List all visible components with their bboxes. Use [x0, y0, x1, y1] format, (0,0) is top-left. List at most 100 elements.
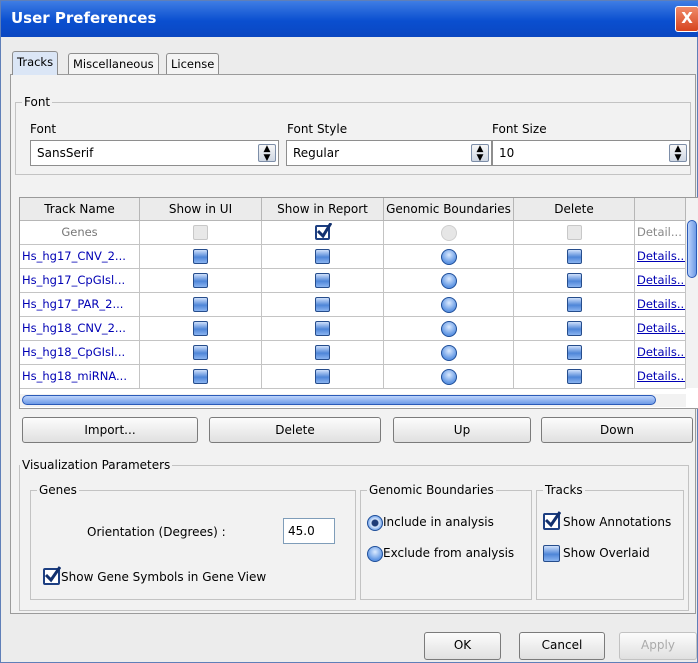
font-select[interactable]: SansSerif ▲ ▼	[30, 140, 279, 166]
column-header-show-in-ui[interactable]: Show in UI	[140, 198, 262, 221]
delete-checkbox[interactable]	[566, 345, 582, 360]
import-button[interactable]: Import...	[22, 417, 198, 443]
show-in-report-checkbox[interactable]	[315, 321, 330, 336]
show-annotations-label: Show Annotations	[563, 515, 672, 529]
up-button-label: Up	[453, 423, 471, 437]
up-button[interactable]: Up	[393, 417, 531, 443]
tab-tracks[interactable]: Tracks	[12, 51, 59, 75]
genomic-boundaries-cell	[384, 293, 514, 317]
horizontal-scroll-thumb[interactable]	[22, 395, 656, 405]
show-in-report-checkbox[interactable]	[315, 273, 330, 288]
genomic-boundaries-radio[interactable]	[441, 249, 457, 265]
show-in-ui-checkbox[interactable]	[193, 345, 208, 360]
visualization-parameters-group: Visualization Parameters Genes Orientati…	[19, 458, 689, 611]
title-bar[interactable]: User Preferences X	[1, 1, 698, 37]
delete-cell	[514, 317, 635, 341]
column-header-details[interactable]	[635, 198, 686, 221]
delete-cell	[514, 245, 635, 269]
delete-button[interactable]: Delete	[209, 417, 381, 443]
cancel-button[interactable]: Cancel	[519, 632, 605, 660]
delete-checkbox[interactable]	[566, 273, 582, 288]
table-row[interactable]: Genes Detail...	[20, 221, 686, 245]
table-row[interactable]: Hs_hg17_PAR_2... Details...	[20, 293, 686, 317]
delete-cell	[514, 365, 635, 389]
include-in-analysis-radio[interactable]	[367, 515, 383, 531]
table-horizontal-scrollbar[interactable]	[20, 394, 686, 407]
show-in-ui-cell	[140, 317, 262, 341]
table-vertical-scrollbar[interactable]	[686, 198, 698, 388]
apply-button[interactable]: Apply	[619, 632, 697, 660]
show-in-report-checkbox[interactable]	[315, 223, 332, 240]
table-row[interactable]: Hs_hg17_CNV_2... Details...	[20, 245, 686, 269]
show-in-report-cell	[262, 365, 384, 389]
delete-checkbox[interactable]	[566, 321, 582, 336]
table-row[interactable]: Hs_hg18_CpGIsl... Details...	[20, 341, 686, 365]
details-link: Detail...	[635, 221, 686, 245]
delete-checkbox[interactable]	[566, 369, 582, 384]
vertical-scroll-thumb[interactable]	[687, 220, 697, 278]
details-link[interactable]: Details...	[635, 293, 686, 317]
genomic-boundaries-radio[interactable]	[441, 369, 457, 385]
font-size-select[interactable]: 10 ▲ ▼	[492, 140, 690, 166]
down-button[interactable]: Down	[541, 417, 693, 443]
show-in-ui-checkbox[interactable]	[193, 225, 208, 240]
table-row[interactable]: Hs_hg17_CpGIsl... Details...	[20, 269, 686, 293]
details-link[interactable]: Details...	[635, 269, 686, 293]
checkmark-icon	[44, 566, 61, 583]
track-name-cell: Genes	[20, 221, 140, 245]
font-group-label: Font	[22, 95, 53, 109]
show-annotations-checkbox[interactable]	[543, 511, 561, 530]
show-in-report-checkbox[interactable]	[315, 297, 330, 312]
import-button-label: Import...	[84, 423, 136, 437]
genomic-boundaries-radio[interactable]	[441, 273, 457, 289]
show-gene-symbols-checkbox[interactable]	[43, 566, 61, 585]
show-in-ui-checkbox[interactable]	[193, 369, 208, 384]
show-in-report-checkbox[interactable]	[315, 249, 330, 264]
show-in-report-checkbox[interactable]	[315, 369, 330, 384]
details-link[interactable]: Details...	[635, 365, 686, 389]
font-size-select-value: 10	[499, 146, 515, 160]
show-overlaid-checkbox[interactable]	[543, 545, 560, 562]
ok-button[interactable]: OK	[424, 632, 501, 660]
down-button-label: Down	[599, 423, 634, 437]
table-row[interactable]: Hs_hg18_CNV_2... Details...	[20, 317, 686, 341]
details-link[interactable]: Details...	[635, 317, 686, 341]
font-label: Font	[30, 122, 57, 136]
genomic-boundaries-cell	[384, 341, 514, 365]
show-in-ui-checkbox[interactable]	[193, 321, 208, 336]
genomic-boundaries-radio[interactable]	[441, 225, 457, 241]
font-style-label: Font Style	[287, 122, 348, 136]
genomic-boundaries-radio[interactable]	[441, 321, 457, 337]
track-name-cell: Hs_hg18_miRNA...	[20, 365, 140, 389]
show-in-ui-checkbox[interactable]	[193, 273, 208, 288]
tracks-table: Track Name Show in UI Show in Report Gen…	[19, 197, 698, 409]
delete-checkbox[interactable]	[566, 297, 582, 312]
details-link[interactable]: Details...	[635, 341, 686, 365]
close-icon[interactable]: X	[675, 6, 698, 32]
track-name-cell: Hs_hg17_PAR_2...	[20, 293, 140, 317]
orientation-input[interactable]: 45.0	[283, 518, 335, 544]
column-header-delete[interactable]: Delete	[514, 198, 635, 221]
tab-license[interactable]: License	[166, 53, 220, 74]
column-header-show-in-report[interactable]: Show in Report	[262, 198, 384, 221]
table-row[interactable]: Hs_hg18_miRNA... Details...	[20, 365, 686, 389]
exclude-from-analysis-radio[interactable]	[367, 546, 383, 562]
details-link[interactable]: Details...	[635, 245, 686, 269]
show-in-ui-checkbox[interactable]	[193, 297, 208, 312]
track-name-cell: Hs_hg18_CpGIsl...	[20, 341, 140, 365]
delete-checkbox[interactable]	[566, 249, 582, 264]
genes-group-label: Genes	[37, 483, 79, 497]
tab-miscellaneous[interactable]: Miscellaneous	[68, 53, 159, 74]
show-in-report-checkbox[interactable]	[315, 345, 330, 360]
ok-button-label: OK	[453, 638, 472, 652]
genomic-boundaries-radio[interactable]	[441, 297, 457, 313]
delete-checkbox[interactable]	[566, 225, 582, 240]
column-header-genomic-boundaries[interactable]: Genomic Boundaries	[384, 198, 514, 221]
genomic-boundaries-radio[interactable]	[441, 345, 457, 361]
show-in-report-cell	[262, 245, 384, 269]
font-style-select[interactable]: Regular ▲ ▼	[286, 140, 492, 166]
select-arrow-icon: ▲ ▼	[258, 144, 276, 163]
user-preferences-dialog: User Preferences X Tracks Miscellaneous …	[0, 0, 698, 663]
column-header-track-name[interactable]: Track Name	[20, 198, 140, 221]
show-in-ui-checkbox[interactable]	[193, 249, 208, 264]
